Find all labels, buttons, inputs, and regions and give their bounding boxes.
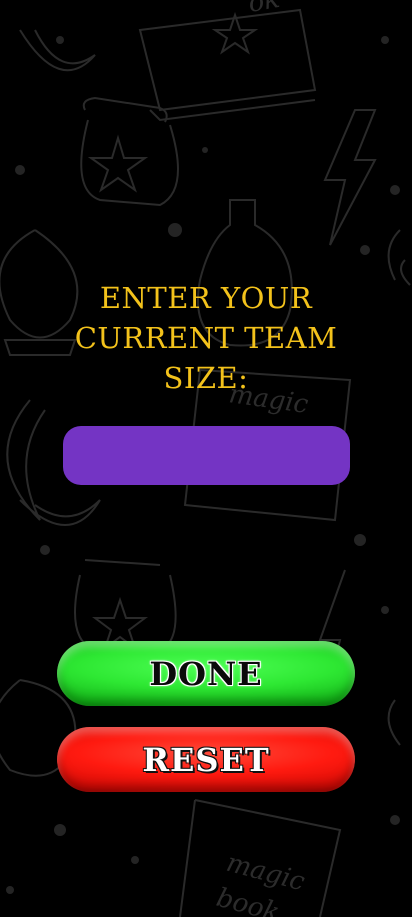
star-icon xyxy=(87,134,149,193)
crescent-moon-icon xyxy=(19,29,96,72)
team-size-input[interactable] xyxy=(63,426,350,485)
leaf-sprig-icon xyxy=(387,699,401,746)
jar-icon xyxy=(74,559,177,651)
leaf-sprig-icon xyxy=(387,229,411,286)
spellbook-icon xyxy=(149,99,316,122)
spellbook-icon xyxy=(138,8,317,112)
crescent-moon-icon xyxy=(6,399,46,521)
background-word: ok xyxy=(246,0,282,19)
reset-button[interactable]: RESET xyxy=(57,727,355,792)
jar-icon xyxy=(80,96,179,207)
team-size-prompt: Enter your current team size: xyxy=(74,281,338,395)
team-size-screen: magic magic book ok ENTER YOUR CURRENT T… xyxy=(0,0,412,917)
lightning-icon xyxy=(323,109,377,246)
done-button[interactable]: DONE xyxy=(57,641,355,706)
